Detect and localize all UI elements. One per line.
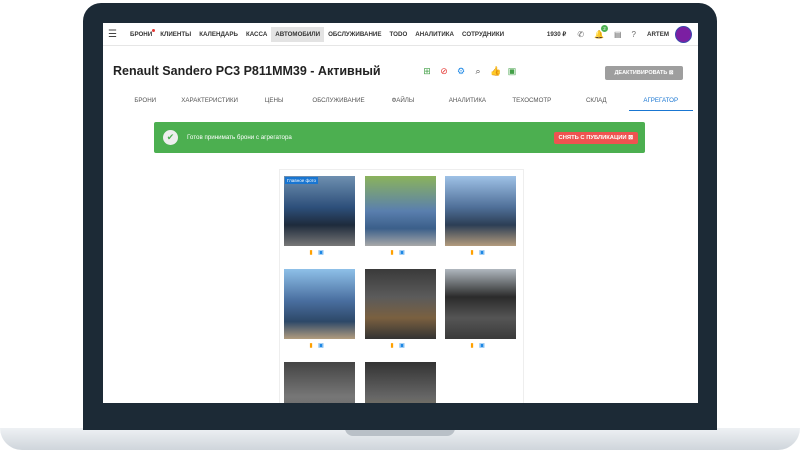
user-name[interactable]: ARTEM bbox=[647, 31, 669, 38]
save-icon[interactable]: ▣ bbox=[318, 343, 324, 349]
deactivate-button[interactable]: ДЕАКТИВИРОВАТЬ ⊠ bbox=[605, 66, 683, 80]
photo-actions: ▮ ▣ bbox=[308, 250, 328, 256]
thumbs-up-icon[interactable]: 👍 bbox=[490, 66, 501, 76]
car-photo-side[interactable] bbox=[365, 176, 436, 246]
save-icon[interactable]: ▣ bbox=[399, 250, 405, 256]
car-tabs: БРОНИ ХАРАКТЕРИСТИКИ ЦЕНЫ ОБСЛУЖИВАНИЕ Ф… bbox=[113, 95, 693, 111]
nav-item-staff[interactable]: СОТРУДНИКИ bbox=[458, 27, 508, 42]
car-photo-trunk[interactable] bbox=[365, 269, 436, 339]
notification-dot bbox=[152, 28, 156, 32]
tab-aggregator[interactable]: АГРЕГАТОР bbox=[628, 95, 693, 111]
nav-right: 1930 ₽ ✆ 🔔 2 ▤ ? ARTEM bbox=[546, 24, 692, 43]
car-photo-interior[interactable] bbox=[445, 269, 516, 339]
tab-analytics[interactable]: АНАЛИТИКА bbox=[435, 95, 499, 111]
tab-inspection[interactable]: ТЕХОСМОТР bbox=[500, 95, 564, 111]
banner-text: Готов принимать брони с агрегатора bbox=[187, 134, 292, 141]
car-photo-footwell[interactable] bbox=[365, 362, 436, 403]
tab-service[interactable]: ОБСЛУЖИВАНИЕ bbox=[306, 95, 370, 111]
tab-characteristics[interactable]: ХАРАКТЕРИСТИКИ bbox=[177, 95, 241, 111]
nav-item-bookings[interactable]: БРОНИ bbox=[126, 27, 156, 42]
nav-item-todo[interactable]: TODO bbox=[386, 27, 412, 42]
notification-badge: 2 bbox=[600, 24, 608, 32]
nav-item-cash[interactable]: КАССА bbox=[242, 27, 271, 42]
hamburger-menu-icon[interactable]: ☰ bbox=[108, 29, 122, 40]
car-photo-front[interactable]: Главное фото bbox=[284, 176, 355, 246]
main-photo-label: Главное фото bbox=[285, 177, 319, 184]
nav-items: БРОНИ КЛИЕНТЫ КАЛЕНДАРЬ КАССА АВТОМОБИЛИ… bbox=[126, 26, 508, 42]
unpublish-button[interactable]: СНЯТЬ С ПУБЛИКАЦИИ ⊠ bbox=[553, 131, 638, 144]
avatar[interactable] bbox=[675, 25, 692, 43]
save-icon[interactable]: ▣ bbox=[479, 250, 485, 256]
page-title: Renault Sandero PC3 P811MM39 - Активный bbox=[113, 64, 381, 78]
nav-item-clients[interactable]: КЛИЕНТЫ bbox=[156, 27, 195, 42]
tab-files[interactable]: ФАЙЛЫ bbox=[371, 95, 435, 111]
photo-actions: ▮ ▣ bbox=[389, 250, 409, 256]
balance-price: 1930 ₽ bbox=[546, 30, 567, 38]
photo-actions: ▮ ▣ bbox=[469, 250, 489, 256]
photo-actions: ▮ ▣ bbox=[308, 343, 328, 349]
tab-bookings[interactable]: БРОНИ bbox=[113, 95, 177, 111]
app-screen: ☰ БРОНИ КЛИЕНТЫ КАЛЕНДАРЬ КАССА АВТОМОБИ… bbox=[103, 23, 698, 403]
car-action-icons: ⊞ ⊘ ⚙ ⌕ 👍 ▣ bbox=[422, 66, 524, 76]
photo-actions: ▮ ▣ bbox=[469, 343, 489, 349]
car-photo-seats[interactable] bbox=[284, 362, 355, 403]
nav-item-service[interactable]: ОБСЛУЖИВАНИЕ bbox=[324, 27, 385, 42]
car-photo-rear-left[interactable] bbox=[284, 269, 355, 339]
bell-icon[interactable]: 🔔 2 bbox=[594, 24, 608, 39]
check-circle-icon: ✔ bbox=[163, 130, 178, 145]
money-icon[interactable]: ▣ bbox=[507, 66, 517, 76]
nav-item-calendar[interactable]: КАЛЕНДАРЬ bbox=[195, 27, 242, 42]
save-icon[interactable]: ▣ bbox=[399, 343, 405, 349]
help-icon[interactable]: ? bbox=[632, 30, 636, 39]
nav-item-cars[interactable]: АВТОМОБИЛИ bbox=[271, 26, 325, 42]
settings-icon[interactable]: ⚙ bbox=[456, 66, 466, 76]
photo-gallery: Главное фото ▮ ▣ ▮ ▣ ▮ ▣ ▮ ▣ ▮ ▣ ▮ ▣ bbox=[279, 169, 524, 403]
aggregator-status-banner: ✔ Готов принимать брони с агрегатора СНЯ… bbox=[154, 122, 645, 153]
add-document-icon[interactable]: ⊞ bbox=[422, 66, 432, 76]
delete-icon[interactable]: ▮ bbox=[389, 250, 395, 256]
tab-warehouse[interactable]: СКЛАД bbox=[564, 95, 628, 111]
delete-icon[interactable]: ▮ bbox=[469, 250, 475, 256]
whatsapp-icon[interactable]: ✆ bbox=[577, 30, 584, 39]
top-navigation: ☰ БРОНИ КЛИЕНТЫ КАЛЕНДАРЬ КАССА АВТОМОБИ… bbox=[103, 23, 698, 46]
photo-actions: ▮ ▣ bbox=[389, 343, 409, 349]
delete-icon[interactable]: ▮ bbox=[389, 343, 395, 349]
delete-icon[interactable]: ▮ bbox=[308, 250, 314, 256]
delete-icon[interactable]: ▮ bbox=[469, 343, 475, 349]
nav-item-analytics[interactable]: АНАЛИТИКА bbox=[411, 27, 458, 42]
stop-icon[interactable]: ⊘ bbox=[439, 66, 449, 76]
delete-icon[interactable]: ▮ bbox=[308, 343, 314, 349]
search-car-icon[interactable]: ⌕ bbox=[473, 66, 483, 76]
tab-prices[interactable]: ЦЕНЫ bbox=[242, 95, 306, 111]
car-photo-rear[interactable] bbox=[445, 176, 516, 246]
save-icon[interactable]: ▣ bbox=[479, 343, 485, 349]
chart-icon[interactable]: ▤ bbox=[614, 30, 622, 39]
save-icon[interactable]: ▣ bbox=[318, 250, 324, 256]
